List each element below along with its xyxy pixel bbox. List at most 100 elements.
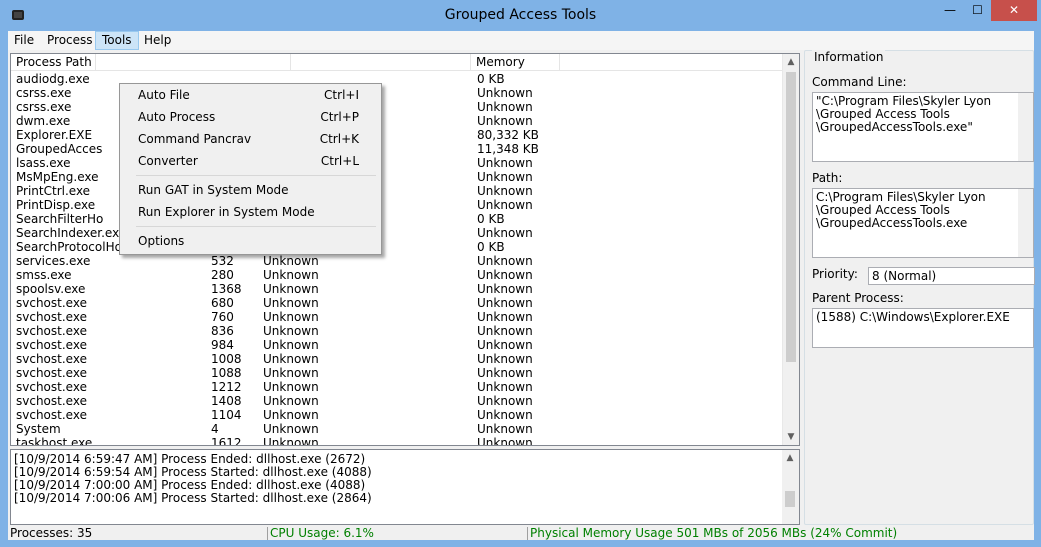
menu-item-shortcut: Ctrl+L xyxy=(320,154,359,168)
process-memory: Unknown xyxy=(477,268,533,282)
table-row[interactable]: System 4 Unknown Unknown xyxy=(11,422,786,436)
status-cpu: CPU Usage: 6.1% xyxy=(267,527,527,540)
menu-item-run-explorer-system-mode[interactable]: Run Explorer in System Mode xyxy=(122,202,379,222)
column-memory[interactable]: Memory xyxy=(471,54,560,71)
process-status: Unknown xyxy=(263,352,319,366)
process-memory: Unknown xyxy=(477,100,533,114)
menu-process[interactable]: Process xyxy=(41,31,99,50)
scroll-down-icon[interactable]: ▼ xyxy=(783,429,799,445)
process-status: Unknown xyxy=(263,324,319,338)
process-name: PrintCtrl.exe xyxy=(16,184,91,198)
priority-field[interactable]: 8 (Normal) xyxy=(868,267,1035,285)
column-process-path[interactable]: Process Path xyxy=(11,54,96,71)
process-pid: 4 xyxy=(211,422,219,436)
process-memory: Unknown xyxy=(477,394,533,408)
path-field[interactable]: C:\Program Files\Skyler Lyon \Grouped Ac… xyxy=(812,188,1034,258)
menu-separator xyxy=(136,175,376,176)
minimize-button[interactable]: — xyxy=(936,0,964,21)
process-name: svchost.exe xyxy=(16,366,87,380)
table-row[interactable]: services.exe 532 Unknown Unknown xyxy=(11,254,786,268)
menu-item-run-gat-system-mode[interactable]: Run GAT in System Mode xyxy=(122,180,379,200)
scroll-up-icon[interactable]: ▲ xyxy=(783,54,799,70)
process-memory: 11,348 KB xyxy=(477,142,539,156)
process-pid: 1368 xyxy=(211,282,242,296)
process-memory: Unknown xyxy=(477,310,533,324)
menu-item-label: Run Explorer in System Mode xyxy=(138,205,315,219)
process-pid: 1212 xyxy=(211,380,242,394)
process-name: PrintDisp.exe xyxy=(16,198,96,212)
process-list-header: Process Path Memory xyxy=(11,54,799,71)
command-line-field[interactable]: "C:\Program Files\Skyler Lyon \Grouped A… xyxy=(812,92,1034,162)
process-status: Unknown xyxy=(263,310,319,324)
process-memory: Unknown xyxy=(477,352,533,366)
process-name: svchost.exe xyxy=(16,352,87,366)
process-pid: 1104 xyxy=(211,408,242,422)
process-name: GroupedAcces xyxy=(16,142,103,156)
event-log[interactable]: [10/9/2014 6:59:47 AM] Process Ended: dl… xyxy=(10,449,800,525)
process-name: csrss.exe xyxy=(16,100,72,114)
process-memory: Unknown xyxy=(477,156,533,170)
menu-item-options[interactable]: Options xyxy=(122,231,379,251)
process-status: Unknown xyxy=(263,436,319,446)
table-row[interactable]: svchost.exe 1212 Unknown Unknown xyxy=(11,380,786,394)
menu-tools[interactable]: Tools xyxy=(95,31,139,50)
scroll-thumb[interactable] xyxy=(785,491,795,507)
table-row[interactable]: taskhost.exe 1612 Unknown Unknown xyxy=(11,436,786,446)
table-row[interactable]: svchost.exe 680 Unknown Unknown xyxy=(11,296,786,310)
process-pid: 680 xyxy=(211,296,234,310)
client-area: File Process Tools Help Process Path Mem… xyxy=(8,31,1035,540)
table-row[interactable]: svchost.exe 1408 Unknown Unknown xyxy=(11,394,786,408)
process-memory: Unknown xyxy=(477,422,533,436)
menu-item-auto-file[interactable]: Auto File Ctrl+I xyxy=(122,85,379,105)
column-pid[interactable] xyxy=(96,54,291,71)
path-scrollbar[interactable] xyxy=(1018,189,1033,257)
scroll-thumb[interactable] xyxy=(786,72,796,362)
status-bar: Processes: 35 CPU Usage: 6.1% Physical M… xyxy=(8,527,1034,540)
log-scrollbar[interactable]: ▲ xyxy=(782,450,799,524)
menu-item-label: Run GAT in System Mode xyxy=(138,183,289,197)
process-memory: 80,332 KB xyxy=(477,128,539,142)
process-name: MsMpEng.exe xyxy=(16,170,99,184)
process-pid: 1408 xyxy=(211,394,242,408)
process-memory: Unknown xyxy=(477,86,533,100)
process-pid: 1088 xyxy=(211,366,242,380)
menu-help[interactable]: Help xyxy=(138,31,177,50)
parent-process-field[interactable]: (1588) C:\Windows\Explorer.EXE xyxy=(812,308,1034,348)
process-name: SearchFilterHo xyxy=(16,212,104,226)
process-name: svchost.exe xyxy=(16,394,87,408)
process-list-scrollbar[interactable]: ▲ ▼ xyxy=(782,54,799,445)
process-name: svchost.exe xyxy=(16,296,87,310)
menu-file[interactable]: File xyxy=(8,31,40,50)
process-memory: Unknown xyxy=(477,226,533,240)
log-line: [10/9/2014 7:00:06 AM] Process Started: … xyxy=(14,491,372,505)
menu-item-converter[interactable]: Converter Ctrl+L xyxy=(122,151,379,171)
table-row[interactable]: smss.exe 280 Unknown Unknown xyxy=(11,268,786,282)
table-row[interactable]: svchost.exe 1104 Unknown Unknown xyxy=(11,408,786,422)
process-memory: 0 KB xyxy=(477,212,505,226)
scroll-up-icon[interactable]: ▲ xyxy=(782,450,798,466)
process-name: spoolsv.exe xyxy=(16,282,86,296)
maximize-button[interactable]: ☐ xyxy=(964,0,991,21)
menu-item-label: Auto File xyxy=(138,88,190,102)
command-line-scrollbar[interactable] xyxy=(1018,93,1033,161)
menu-item-auto-process[interactable]: Auto Process Ctrl+P xyxy=(122,107,379,127)
process-memory: 0 KB xyxy=(477,72,505,86)
path-text: \GroupedAccessTools.exe xyxy=(816,216,968,230)
close-button[interactable]: ✕ xyxy=(991,0,1037,21)
table-row[interactable]: svchost.exe 760 Unknown Unknown xyxy=(11,310,786,324)
menu-item-command-pancrav[interactable]: Command Pancrav Ctrl+K xyxy=(122,129,379,149)
process-memory: Unknown xyxy=(477,184,533,198)
process-name: SearchIndexer.exe xyxy=(16,226,127,240)
process-memory: Unknown xyxy=(477,254,533,268)
title-bar[interactable]: Grouped Access Tools — ☐ ✕ xyxy=(0,0,1041,31)
table-row[interactable]: svchost.exe 836 Unknown Unknown xyxy=(11,324,786,338)
process-pid: 280 xyxy=(211,268,234,282)
table-row[interactable]: svchost.exe 1088 Unknown Unknown xyxy=(11,366,786,380)
table-row[interactable]: svchost.exe 984 Unknown Unknown xyxy=(11,338,786,352)
menu-item-label: Command Pancrav xyxy=(138,132,252,146)
table-row[interactable]: spoolsv.exe 1368 Unknown Unknown xyxy=(11,282,786,296)
process-memory: Unknown xyxy=(477,408,533,422)
column-status[interactable] xyxy=(291,54,471,71)
table-row[interactable]: svchost.exe 1008 Unknown Unknown xyxy=(11,352,786,366)
window-title: Grouped Access Tools xyxy=(444,7,597,23)
